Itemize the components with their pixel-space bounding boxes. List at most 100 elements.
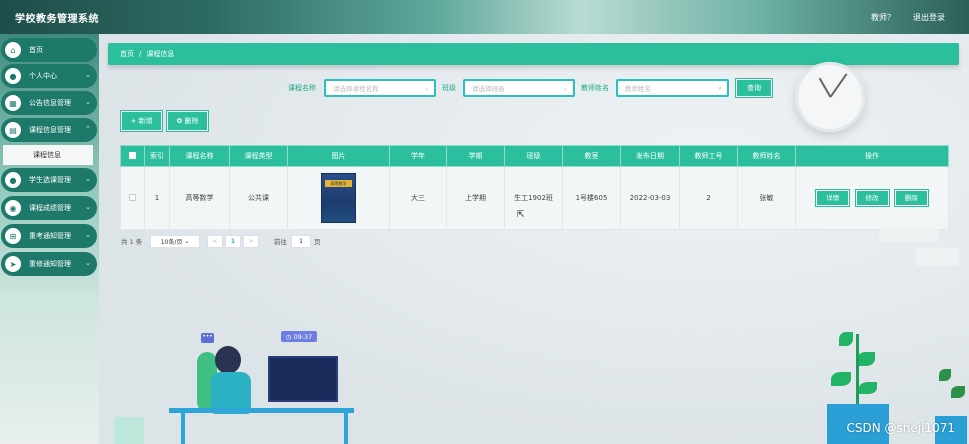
apps-icon: ⊞ <box>5 228 21 244</box>
book-title: 高等数学 <box>325 180 352 187</box>
plant-illustration <box>951 386 965 398</box>
watermark: CSDN @sheji1071 <box>846 421 955 435</box>
column-header: 教室 <box>562 145 621 167</box>
chevron-down-icon: ⌄ <box>85 259 91 267</box>
sidebar-item-label: 课程成绩管理 <box>29 204 71 212</box>
home-icon: ⌂ <box>5 42 21 58</box>
breadcrumb-current: 课程信息 <box>146 50 175 58</box>
row-select-cell[interactable] <box>120 166 145 230</box>
desk-leg <box>181 413 185 444</box>
pagination-total: 共 1 条 <box>121 238 143 246</box>
user-icon: ● <box>5 172 21 188</box>
teacher-name-input[interactable]: 教师姓名 ⌕ <box>616 79 729 97</box>
chevron-down-icon: ⌄ <box>85 98 91 106</box>
gear-icon: ◉ <box>5 200 21 216</box>
chevron-down-icon: ⌄ <box>85 175 91 183</box>
cell-room: 1号楼605 <box>562 166 621 230</box>
sidebar-item-label: 个人中心 <box>29 72 57 80</box>
column-header: 教师工号 <box>679 145 738 167</box>
chat-bubble-icon: ••• <box>201 333 214 343</box>
cell-date: 2022-03-03 <box>620 166 680 230</box>
plant-illustration <box>831 372 851 386</box>
class-placeholder: 请选择班级 <box>472 85 505 93</box>
cell-actions: 详情 修改 删除 <box>795 166 949 230</box>
column-header: 教师姓名 <box>737 145 796 167</box>
clock-hand <box>819 77 832 98</box>
plant-stem <box>856 334 859 404</box>
sidebar-item-home[interactable]: ⌂ 首页 <box>1 38 97 62</box>
cell-year: 大三 <box>389 166 447 230</box>
cell-teacher-name: 张敏 <box>737 166 796 230</box>
sidebar-item-grades[interactable]: ◉ 课程成绩管理 ⌄ <box>1 196 97 220</box>
detail-button[interactable]: 详情 <box>816 190 850 206</box>
decorative-block <box>879 229 939 242</box>
sidebar-item-retest[interactable]: ⊞ 重考通知管理 ⌄ <box>1 224 97 248</box>
send-icon: ➤ <box>5 256 21 272</box>
sidebar-item-course-selection[interactable]: ● 学生选课管理 ⌄ <box>1 168 97 192</box>
sidebar-item-profile[interactable]: ● 个人中心 ⌄ <box>1 64 97 88</box>
sidebar: ⌂ 首页 ● 个人中心 ⌄ ▦ 公告信息管理 ⌄ ▤ 课程信息管理 ⌃ 课程信息… <box>0 34 99 444</box>
next-page-button[interactable]: > <box>243 235 259 248</box>
page-number-current[interactable]: 1 <box>225 235 241 248</box>
page-size-select[interactable]: 10条/页 ⌄ <box>150 235 200 248</box>
cell-class: 生工1902班 <box>504 166 563 230</box>
search-icon: ⌕ <box>718 85 722 92</box>
chevron-down-icon: ⌄ <box>85 231 91 239</box>
sidebar-item-courses[interactable]: ▤ 课程信息管理 ⌃ <box>1 118 97 142</box>
sidebar-item-label: 课程信息管理 <box>29 126 71 134</box>
sidebar-item-retake[interactable]: ➤ 重修通知管理 ⌄ <box>1 252 97 276</box>
column-header: 课程名称 <box>169 145 230 167</box>
table-header-row: 索引 课程名称 课程类型 图片 学年 学期 班级 教室 发布日期 教师工号 教师… <box>120 145 949 167</box>
query-button[interactable]: 查询 <box>736 79 772 97</box>
logout-link[interactable]: 退出登录 <box>913 12 945 23</box>
decorative-block <box>916 248 959 266</box>
column-header: 学期 <box>446 145 505 167</box>
course-name-label: 课程名称 <box>288 84 316 92</box>
grid-icon: ▦ <box>5 95 21 111</box>
cell-teacher-id: 2 <box>679 166 738 230</box>
course-book-image: 高等数学 <box>321 173 356 223</box>
plant-illustration <box>857 352 875 366</box>
plant-illustration <box>939 369 951 381</box>
add-button[interactable]: + 新增 <box>121 111 162 131</box>
top-header: 学校教务管理系统 教师？ 退出登录 <box>0 0 969 34</box>
sidebar-item-label: 公告信息管理 <box>29 99 71 107</box>
main-content: 首页 / 课程信息 课程名称 请选择课程名称 ⌄ 班级 请选择班级 ⌄ 教师姓名… <box>99 34 969 444</box>
column-header: 班级 <box>504 145 563 167</box>
cell-image: 高等数学 <box>287 166 390 230</box>
clock-icon: ◷ <box>285 332 294 341</box>
sidebar-subitem-course-info[interactable]: 课程信息 <box>3 145 93 165</box>
page-size-value: 10条/页 <box>160 239 183 246</box>
goto-page-input[interactable]: 1 <box>291 235 311 248</box>
course-name-placeholder: 请选择课程名称 <box>333 85 379 93</box>
chevron-down-icon: ⌄ <box>562 85 568 92</box>
desk-illustration <box>169 408 354 413</box>
app-title: 学校教务管理系统 <box>15 14 99 25</box>
prev-page-button[interactable]: < <box>207 235 223 248</box>
course-name-select[interactable]: 请选择课程名称 ⌄ <box>324 79 436 97</box>
delete-button[interactable]: ✿ 删除 <box>167 111 208 131</box>
monitor-illustration <box>268 356 338 402</box>
plant-illustration <box>859 382 877 394</box>
column-header: 索引 <box>144 145 170 167</box>
row-delete-button[interactable]: 删除 <box>894 190 928 206</box>
sidebar-item-notices[interactable]: ▦ 公告信息管理 ⌄ <box>1 91 97 115</box>
mouse-cursor-icon: ⇱ <box>517 210 525 220</box>
sidebar-item-label: 重考通知管理 <box>29 232 71 240</box>
row-checkbox[interactable] <box>129 193 136 201</box>
clock-hand <box>830 73 848 98</box>
select-all-cell[interactable] <box>120 145 145 167</box>
goto-label: 前往 <box>274 238 287 246</box>
breadcrumb-home[interactable]: 首页 <box>120 49 134 59</box>
edit-button[interactable]: 修改 <box>855 190 889 206</box>
select-all-checkbox[interactable] <box>129 151 136 159</box>
sidebar-item-label: 重修通知管理 <box>29 260 71 268</box>
clock-illustration <box>795 62 865 132</box>
decorative-block <box>114 417 144 444</box>
desk-leg <box>344 413 348 444</box>
column-header: 操作 <box>795 145 949 167</box>
clock-badge: ◷ 09:37 <box>281 331 317 342</box>
class-select[interactable]: 请选择班级 ⌄ <box>463 79 575 97</box>
current-user: 教师？ <box>871 13 895 22</box>
breadcrumb-separator: / <box>139 50 142 58</box>
